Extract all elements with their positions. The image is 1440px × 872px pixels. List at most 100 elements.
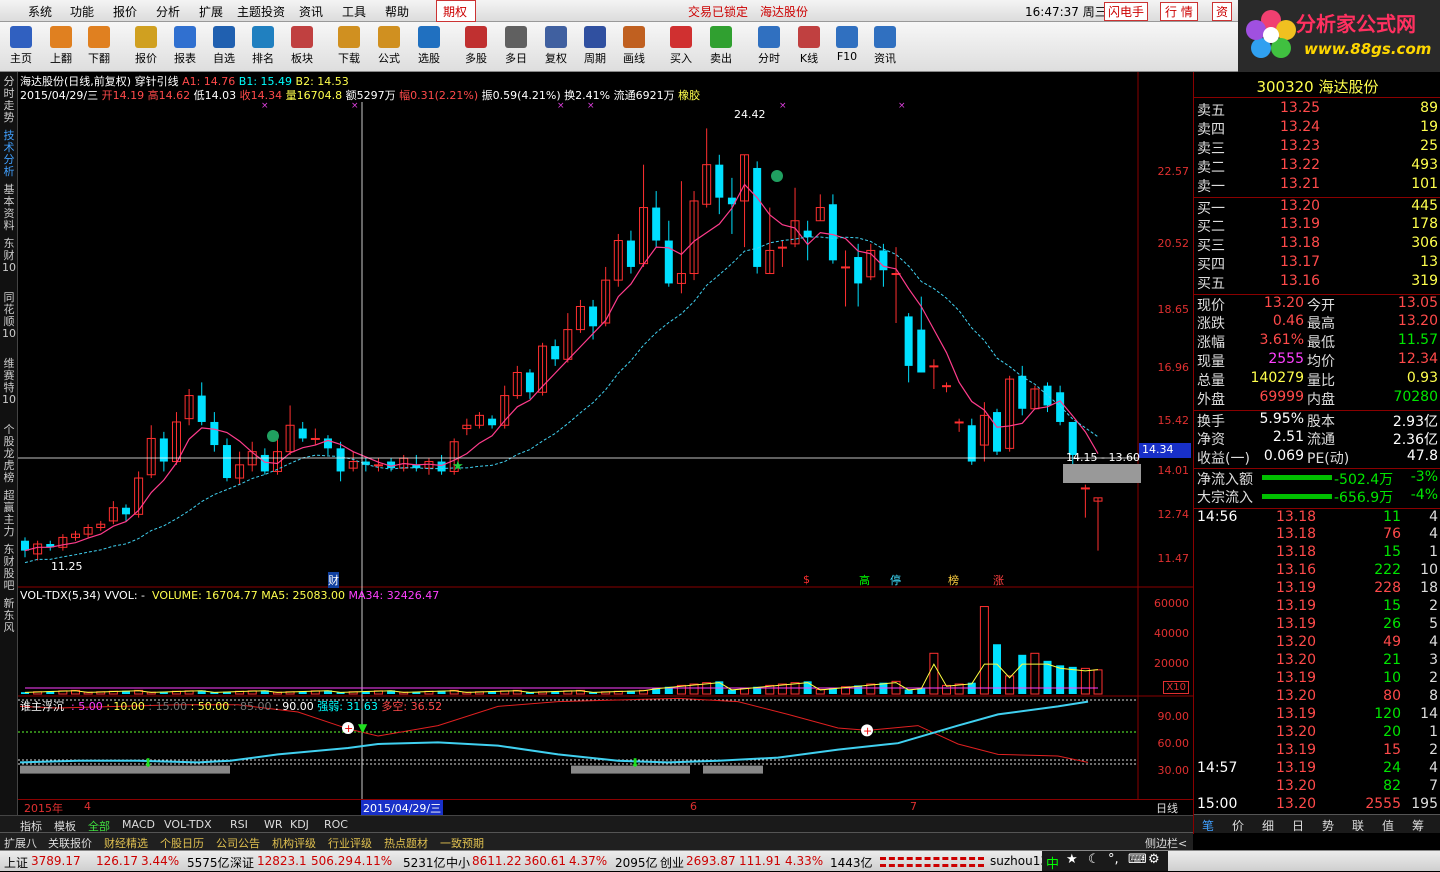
toolbar-icon	[758, 26, 780, 48]
toolbar-button-9[interactable]: 公式	[370, 24, 408, 70]
moon-icon[interactable]: ☾	[1088, 852, 1100, 867]
marker-list[interactable]: 榜	[948, 572, 959, 588]
toolbar-button-11[interactable]: 多股	[457, 24, 495, 70]
menu-system[interactable]: 系统	[28, 3, 52, 20]
tick-count: 3	[1429, 652, 1438, 668]
menu-extend[interactable]: 扩展	[199, 3, 223, 20]
marker-finance[interactable]: 财	[328, 572, 339, 588]
quote-tab-5[interactable]: 联	[1352, 817, 1364, 834]
left-tab-9[interactable]: 新东风	[1, 598, 17, 634]
toolbar-button-0[interactable]: 主页	[2, 24, 40, 70]
axis-cursor-date: 2015/04/29/三	[361, 800, 444, 816]
toolbar-button-6[interactable]: 排名	[244, 24, 282, 70]
left-tab-4[interactable]: 同花顺10	[1, 292, 17, 340]
candle-up	[841, 266, 851, 269]
stock-link[interactable]: 海达股份	[760, 3, 808, 20]
date-axis: 2015年 4 2015/04/29/三 6 7 日线	[18, 799, 1193, 816]
chart-canvas[interactable]: × × × × × ×★+ +▼⬇ ⬇	[18, 72, 1193, 834]
marker-halt[interactable]: 停	[890, 572, 901, 588]
toolbar-button-17[interactable]: 卖出	[702, 24, 740, 70]
marker-rise[interactable]: 涨	[993, 572, 1004, 588]
extension-tab-0[interactable]: 扩展八	[4, 835, 37, 851]
extension-tab-7[interactable]: 热点题材	[384, 835, 428, 851]
star-icon[interactable]: ★	[1066, 852, 1078, 867]
extension-tab-2[interactable]: 财经精选	[104, 835, 148, 851]
quote-tab-6[interactable]: 值	[1382, 817, 1394, 834]
axis-period[interactable]: 日线	[1156, 800, 1178, 816]
left-tab-8[interactable]: 东财股吧	[1, 544, 17, 592]
info-button[interactable]: 资	[1212, 2, 1233, 21]
indicator-tab-5[interactable]: RSI	[230, 818, 248, 831]
toolbar-button-21[interactable]: 资讯	[866, 24, 904, 70]
quote-tab-3[interactable]: 日	[1292, 817, 1304, 834]
indicator-tab-6[interactable]: WR	[264, 818, 283, 831]
menu-theme[interactable]: 主题投资	[237, 3, 285, 20]
tick-row: 14:57 13.19 24 4	[1194, 760, 1440, 779]
option-tab[interactable]: 期权	[436, 0, 476, 22]
sidebar-toggle-button[interactable]: 侧边栏<	[1145, 835, 1187, 851]
tick-count: 4	[1429, 760, 1438, 776]
menu-tools[interactable]: 工具	[342, 3, 366, 20]
toolbar-button-13[interactable]: 复权	[537, 24, 575, 70]
toolbar-button-14[interactable]: 周期	[576, 24, 614, 70]
toolbar-button-5[interactable]: 自选	[205, 24, 243, 70]
ime-toolbar[interactable]: 中 ★ ☾ °, ⌨ ⚙	[1042, 851, 1168, 872]
toolbar-button-7[interactable]: 板块	[283, 24, 321, 70]
toolbar-button-1[interactable]: 上翻	[42, 24, 80, 70]
toolbar-button-10[interactable]: 选股	[410, 24, 448, 70]
ime-lang[interactable]: 中	[1046, 853, 1059, 872]
left-tab-0[interactable]: 分时走势	[1, 76, 17, 124]
left-tab-2[interactable]: 基本资料	[1, 184, 17, 232]
quote-tab-2[interactable]: 细	[1262, 817, 1274, 834]
kline-chart-area[interactable]: × × × × × × ★ + + ▼ ⬇ ⬇ 海达股份(日线,前复权) 穿针引线 A1: 14.76…	[18, 72, 1193, 834]
left-tab-1[interactable]: 技术分析	[1, 130, 17, 178]
toolbar-button-18[interactable]: 分时	[750, 24, 788, 70]
extension-tab-3[interactable]: 个股日历	[160, 835, 204, 851]
quote-tab-4[interactable]: 势	[1322, 817, 1334, 834]
toolbar-button-4[interactable]: 报表	[166, 24, 204, 70]
indicator-tab-8[interactable]: ROC	[324, 818, 348, 831]
extension-tab-4[interactable]: 公司公告	[216, 835, 260, 851]
toolbar-button-19[interactable]: K线	[790, 24, 828, 70]
keyboard-icon[interactable]: ⌨	[1128, 852, 1147, 867]
left-tab-5[interactable]: 维赛特10	[1, 358, 17, 406]
quote-tab-0[interactable]: 笔	[1202, 817, 1214, 834]
tick-row: 13.16 222 10	[1194, 562, 1440, 581]
toolbar-button-12[interactable]: 多日	[497, 24, 535, 70]
menu-function[interactable]: 功能	[70, 3, 94, 20]
flash-trade-button[interactable]: 闪电手	[1104, 2, 1149, 21]
menu-quote[interactable]: 报价	[113, 3, 137, 20]
menu-help[interactable]: 帮助	[385, 3, 409, 20]
toolbar-button-3[interactable]: 报价	[127, 24, 165, 70]
left-tab-3[interactable]: 东财10	[1, 238, 17, 274]
toolbar-button-15[interactable]: 画线	[615, 24, 653, 70]
indicator-tab-3[interactable]: MACD	[122, 818, 155, 831]
menu-analysis[interactable]: 分析	[156, 3, 180, 20]
quote-tab-1[interactable]: 价	[1232, 817, 1244, 834]
marker-high[interactable]: 高	[859, 572, 870, 588]
tick-volume: 24	[1383, 760, 1401, 776]
left-tab-7[interactable]: 超赢主力	[1, 490, 17, 538]
punct-icon[interactable]: °,	[1108, 852, 1119, 867]
indicator-tab-7[interactable]: KDJ	[290, 818, 309, 831]
menu-news[interactable]: 资讯	[299, 3, 323, 20]
left-tab-6[interactable]: 个股龙虎榜	[1, 424, 17, 484]
flow-pct: -4%	[1410, 487, 1438, 503]
quote-tabs: 笔价细日势联值筹	[1194, 814, 1440, 833]
extension-tab-1[interactable]: 关联报价	[48, 835, 92, 851]
toolbar-button-8[interactable]: 下载	[330, 24, 368, 70]
quote-tab-7[interactable]: 筹	[1412, 817, 1424, 834]
toolbar-button-2[interactable]: 下翻	[80, 24, 118, 70]
extension-tab-6[interactable]: 行业评级	[328, 835, 372, 851]
bid-price: 13.17	[1280, 254, 1321, 270]
extension-tab-8[interactable]: 一致预期	[440, 835, 484, 851]
marker-dollar[interactable]: $	[803, 573, 810, 586]
extension-tab-5[interactable]: 机构评级	[272, 835, 316, 851]
toolbar-button-16[interactable]: 买入	[662, 24, 700, 70]
market-button[interactable]: 行 情	[1160, 2, 1198, 21]
server-name: suzhou13	[990, 854, 1048, 868]
settings-icon[interactable]: ⚙	[1148, 852, 1160, 867]
toolbar-button-20[interactable]: F10	[828, 24, 866, 70]
stat-value: 2555	[1268, 351, 1304, 367]
indicator-tab-4[interactable]: VOL-TDX	[164, 818, 212, 831]
